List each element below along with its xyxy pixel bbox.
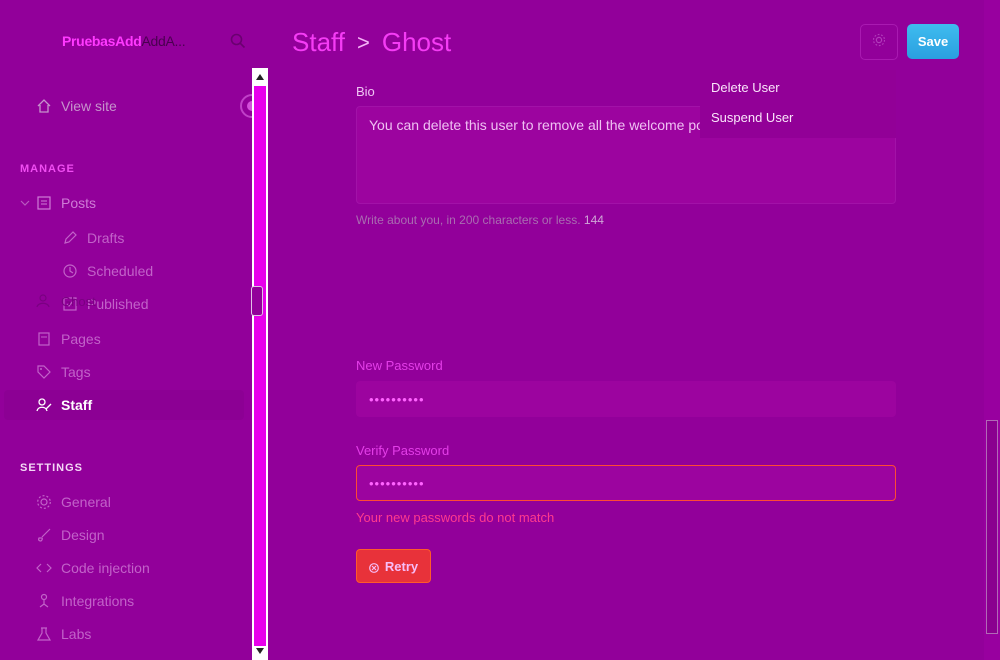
staff-icon xyxy=(36,397,52,413)
bio-label: Bio xyxy=(356,84,375,99)
sidebar-item-design[interactable]: Design xyxy=(36,525,105,545)
suspend-user-menu-item[interactable]: Suspend User xyxy=(700,110,896,140)
sidebar-item-label: Code injection xyxy=(61,560,150,576)
integrations-icon xyxy=(36,593,52,609)
code-icon xyxy=(36,560,52,576)
brand-name[interactable]: PruebasAddAddA... xyxy=(62,33,186,49)
brush-icon xyxy=(36,527,52,543)
verify-password-input[interactable]: •••••••••• xyxy=(356,465,896,501)
user-actions-button[interactable] xyxy=(860,24,898,60)
chevron-down-icon xyxy=(20,195,30,211)
sidebar-item-staff[interactable]: Staff xyxy=(36,395,92,415)
pages-icon xyxy=(36,331,52,347)
sidebar-item-general[interactable]: General xyxy=(36,492,111,512)
settings-heading: SETTINGS xyxy=(20,462,84,474)
bio-hint-text: Write about you, in 200 characters or le… xyxy=(356,213,581,227)
verify-password-label: Verify Password xyxy=(356,443,450,458)
brand-name-part1: PruebasAdd xyxy=(62,33,142,49)
sidebar-item-label: View site xyxy=(61,98,117,114)
brand-name-part2: AddA... xyxy=(141,33,186,49)
sidebar-item-scheduled[interactable]: Scheduled xyxy=(62,261,153,281)
sidebar-scrollbar[interactable] xyxy=(252,68,268,660)
sidebar-item-posts[interactable]: Posts xyxy=(20,193,96,213)
sidebar-item-label: Pages xyxy=(61,331,101,347)
sidebar-item-labs[interactable]: Labs xyxy=(36,624,91,644)
bio-char-count: 144 xyxy=(583,213,604,227)
retry-button[interactable]: Retry xyxy=(356,549,431,583)
home-icon xyxy=(36,98,52,114)
close-icon xyxy=(368,561,379,573)
flask-icon xyxy=(36,626,52,642)
user-icon xyxy=(36,293,52,309)
search-icon[interactable] xyxy=(230,33,246,49)
new-password-label: New Password xyxy=(356,358,443,373)
manage-heading: MANAGE xyxy=(20,163,75,175)
retry-label: Retry xyxy=(384,558,419,574)
breadcrumb-staff-link[interactable]: Staff xyxy=(292,27,345,58)
breadcrumb-separator: > xyxy=(357,29,370,55)
sidebar-item-label: Tags xyxy=(61,364,91,380)
gear-icon xyxy=(872,33,886,52)
sidebar-item-drafts[interactable]: Drafts xyxy=(62,228,124,248)
sidebar-item-label: General xyxy=(61,494,111,510)
sidebar-item-label: Integrations xyxy=(61,593,135,609)
sidebar-item-integrations[interactable]: Integrations xyxy=(36,591,134,611)
sidebar-scrollbar-thumb[interactable] xyxy=(254,86,266,646)
sidebar-item-label: Published xyxy=(87,296,149,312)
sidebar-item-pages[interactable]: Pages xyxy=(36,329,101,349)
sidebar-resize-handle[interactable] xyxy=(251,286,263,316)
password-error-message: Your new passwords do not match xyxy=(356,510,555,525)
sidebar-item-label: Posts xyxy=(61,195,97,211)
main-scrollbar[interactable] xyxy=(984,0,1000,660)
sidebar-item-code-injection[interactable]: Code injection xyxy=(36,558,150,578)
page-title: Ghost xyxy=(381,27,452,57)
delete-user-menu-item[interactable]: Delete User xyxy=(700,80,896,110)
ghost-overlay-label: Ghost xyxy=(61,293,96,309)
bio-hint: Write about you, in 200 characters or le… xyxy=(356,213,604,227)
tag-icon xyxy=(36,364,52,380)
sidebar-item-label: Scheduled xyxy=(87,263,154,279)
user-actions-menu: Delete User Suspend User xyxy=(700,70,896,138)
breadcrumb: Staff > Ghost xyxy=(292,27,451,58)
scroll-down-arrow-icon[interactable] xyxy=(256,648,264,654)
sidebar-item-tags[interactable]: Tags xyxy=(36,362,91,382)
sidebar-item-label: Staff xyxy=(61,397,93,413)
save-button[interactable]: Save xyxy=(907,24,959,59)
sidebar-item-label: Labs xyxy=(61,626,92,642)
sidebar-item-label: Design xyxy=(61,527,105,543)
pencil-icon xyxy=(62,230,78,246)
sidebar-item-label: Drafts xyxy=(87,230,125,246)
clock-icon xyxy=(62,263,78,279)
new-password-input[interactable]: •••••••••• xyxy=(356,381,896,417)
ghost-overlay-item: Ghost xyxy=(36,291,96,311)
sidebar-item-view-site[interactable]: View site xyxy=(36,96,117,116)
gear-icon xyxy=(36,494,52,510)
scroll-up-arrow-icon[interactable] xyxy=(256,74,264,80)
main-scrollbar-thumb[interactable] xyxy=(986,420,998,634)
posts-icon xyxy=(36,195,52,211)
